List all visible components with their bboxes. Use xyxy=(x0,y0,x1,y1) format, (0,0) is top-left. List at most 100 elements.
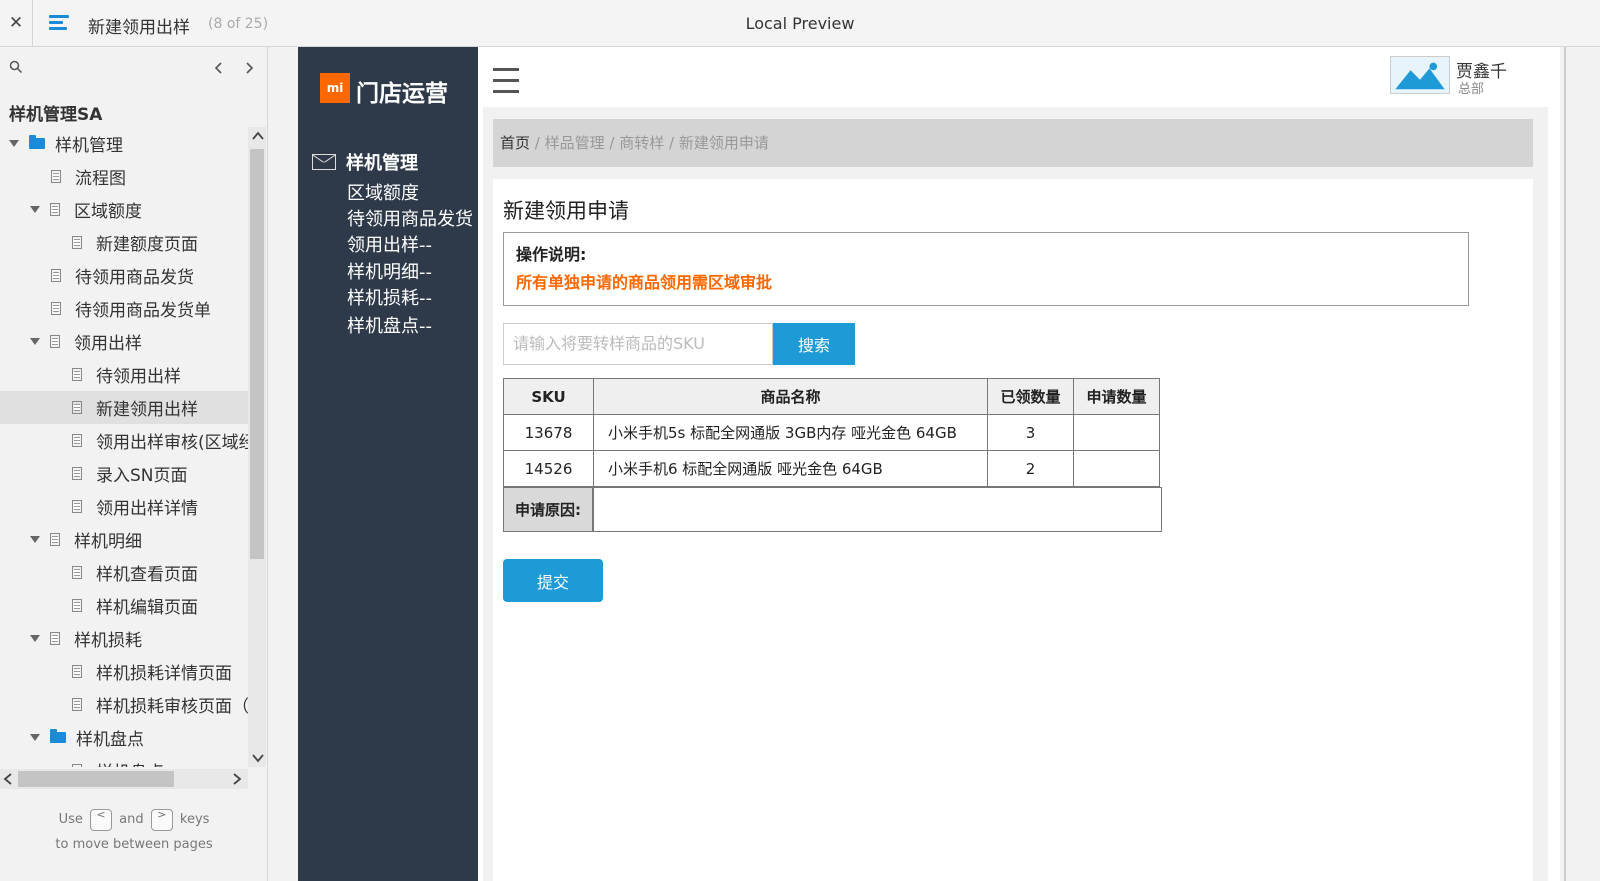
tree-item-pending-shipment[interactable]: 待领用商品发货 xyxy=(0,259,248,292)
user-department: 总部 xyxy=(1458,82,1485,97)
form-card: 新建领用申请 操作说明: 所有单独申请的商品领用需区域审批 请输入将要转样商品的… xyxy=(493,179,1533,881)
breadcrumb-home[interactable]: 首页 xyxy=(500,134,530,152)
nav-item-sample-detail[interactable]: 样机明细-- xyxy=(347,258,432,284)
product-name-cell: 小米手机6 标配全网通版 哑光金色 64GB xyxy=(593,450,988,487)
scrollbar-thumb[interactable] xyxy=(250,149,264,559)
tree-vertical-scrollbar[interactable] xyxy=(248,127,266,767)
folder-icon xyxy=(29,135,45,149)
search-button[interactable]: 搜索 xyxy=(773,323,855,365)
tree-item-label: 样机盘点 xyxy=(76,730,144,750)
received-qty-cell: 2 xyxy=(987,450,1074,487)
prototype-preview: mi 门店运营 样机管理 区域额度 待领用商品发货 领用出样-- 样机明细-- … xyxy=(298,47,1560,881)
hamburger-icon[interactable] xyxy=(493,68,519,101)
tree-item-label: 样机盘点 xyxy=(96,758,164,767)
page-icon xyxy=(72,665,82,678)
nav-item-pending-shipment[interactable]: 待领用商品发货 xyxy=(347,205,473,231)
product-name-cell: 小米手机5s 标配全网通版 3GB内存 哑光金色 64GB xyxy=(593,414,988,451)
top-bar: ✕ 新建领用出样 (8 of 25) Local Preview xyxy=(0,0,1600,47)
previous-page-icon[interactable] xyxy=(213,61,225,75)
tree-item-region-quota[interactable]: 区域额度 xyxy=(0,193,248,226)
nav-item-region-quota[interactable]: 区域额度 xyxy=(347,179,419,205)
tree-item-loss-review[interactable]: 样机损耗审核页面（ xyxy=(0,688,248,721)
scroll-left-icon[interactable] xyxy=(3,773,13,785)
tree-item-label: 样机损耗审核页面（ xyxy=(96,697,248,717)
app-sidebar: mi 门店运营 样机管理 区域额度 待领用商品发货 领用出样-- 样机明细-- … xyxy=(298,47,478,881)
scroll-down-icon[interactable] xyxy=(252,753,264,763)
reason-label: 申请原因: xyxy=(504,488,594,531)
tree-item-inventory[interactable]: 样机盘点 xyxy=(0,754,248,767)
mi-logo-icon: mi xyxy=(320,73,350,103)
nav-group-label: 样机管理 xyxy=(346,153,418,174)
tree-item-label: 样机损耗详情页面 xyxy=(96,664,232,684)
tree-item-sample-loss[interactable]: 样机损耗 xyxy=(0,622,248,655)
reason-input[interactable] xyxy=(594,488,1161,531)
column-header: 申请数量 xyxy=(1073,378,1160,415)
keyboard-help-line1: Use < and > keys xyxy=(0,807,268,832)
table-row: 14526 小米手机6 标配全网通版 哑光金色 64GB 2 xyxy=(503,450,1160,487)
nav-item-sample-inventory[interactable]: 样机盘点-- xyxy=(347,312,432,338)
tree-folder-sample-inventory[interactable]: 样机盘点 xyxy=(0,721,248,754)
breadcrumb-item[interactable]: 样品管理 xyxy=(545,134,605,152)
preview-scrollbar[interactable] xyxy=(1560,47,1600,881)
tree-item-new-requisition[interactable]: 新建领用出样 xyxy=(0,391,248,424)
reason-row: 申请原因: xyxy=(503,487,1162,532)
column-header: SKU xyxy=(503,378,594,415)
tree-item-requisition-review[interactable]: 领用出样审核(区域经 xyxy=(0,424,248,457)
tree-item-label: 样机损耗 xyxy=(74,631,142,651)
column-header: 商品名称 xyxy=(593,378,988,415)
submit-button[interactable]: 提交 xyxy=(503,559,603,602)
nav-group-sample-mgmt[interactable]: 样机管理 xyxy=(312,149,418,175)
page-icon xyxy=(72,500,82,513)
received-qty-cell: 3 xyxy=(987,414,1074,451)
caret-down-icon[interactable] xyxy=(30,536,40,543)
table-header-row: SKU 商品名称 已领数量 申请数量 xyxy=(503,378,1160,415)
page-title: 新建领用申请 xyxy=(503,199,629,223)
request-qty-input[interactable] xyxy=(1073,414,1160,451)
tree-item-label: 领用出样 xyxy=(74,334,142,354)
tree-item-sample-edit[interactable]: 样机编辑页面 xyxy=(0,589,248,622)
scroll-up-icon[interactable] xyxy=(252,131,264,141)
tree-item-new-quota-page[interactable]: 新建额度页面 xyxy=(0,226,248,259)
caret-down-icon[interactable] xyxy=(30,635,40,642)
tree-item-enter-sn[interactable]: 录入SN页面 xyxy=(0,457,248,490)
breadcrumb-item[interactable]: 商转样 xyxy=(619,134,664,152)
nav-item-sample-loss[interactable]: 样机损耗-- xyxy=(347,284,432,310)
project-root-label: 样机管理SA xyxy=(9,105,103,125)
next-page-icon[interactable] xyxy=(243,61,255,75)
sku-search-input[interactable]: 请输入将要转样商品的SKU xyxy=(503,323,773,365)
tree-item-sample-view[interactable]: 样机查看页面 xyxy=(0,556,248,589)
mail-icon xyxy=(312,154,336,170)
caret-down-icon[interactable] xyxy=(30,734,40,741)
preview-title: Local Preview xyxy=(745,14,855,33)
page-icon xyxy=(72,599,82,612)
app-header: 贾鑫千 总部 xyxy=(478,47,1560,107)
search-icon[interactable] xyxy=(9,60,23,74)
page-tree: 样机管理 流程图 区域额度 新建额度页面 待领用商品发货 待领用商品发货单 领用… xyxy=(0,127,248,767)
caret-down-icon[interactable] xyxy=(30,206,40,213)
tree-item-requisition-detail[interactable]: 领用出样详情 xyxy=(0,490,248,523)
page-icon xyxy=(72,566,82,579)
tree-item-label: 样机查看页面 xyxy=(96,565,198,585)
scroll-right-icon[interactable] xyxy=(232,773,242,785)
tree-item-pending-shipment-order[interactable]: 待领用商品发货单 xyxy=(0,292,248,325)
page-icon xyxy=(72,434,82,447)
caret-down-icon[interactable] xyxy=(30,338,40,345)
tree-item-flowchart[interactable]: 流程图 xyxy=(0,160,248,193)
avatar[interactable] xyxy=(1390,56,1450,94)
next-key-icon: > xyxy=(150,808,173,831)
tree-item-loss-detail[interactable]: 样机损耗详情页面 xyxy=(0,655,248,688)
tree-item-label: 新建额度页面 xyxy=(96,235,198,255)
tree-horizontal-scrollbar[interactable] xyxy=(0,769,248,789)
table-row: 13678 小米手机5s 标配全网通版 3GB内存 哑光金色 64GB 3 xyxy=(503,414,1160,451)
tree-folder-sample-mgmt[interactable]: 样机管理 xyxy=(0,127,248,160)
tree-item-pending-requisition[interactable]: 待领用出样 xyxy=(0,358,248,391)
nav-item-requisition[interactable]: 领用出样-- xyxy=(347,231,432,257)
request-qty-input[interactable] xyxy=(1073,450,1160,487)
tree-item-label: 样机明细 xyxy=(74,532,142,552)
tree-item-sample-requisition[interactable]: 领用出样 xyxy=(0,325,248,358)
page-icon xyxy=(72,467,82,480)
caret-down-icon[interactable] xyxy=(9,140,19,147)
page-icon xyxy=(72,368,82,381)
scrollbar-thumb[interactable] xyxy=(18,771,174,787)
tree-item-sample-detail[interactable]: 样机明细 xyxy=(0,523,248,556)
